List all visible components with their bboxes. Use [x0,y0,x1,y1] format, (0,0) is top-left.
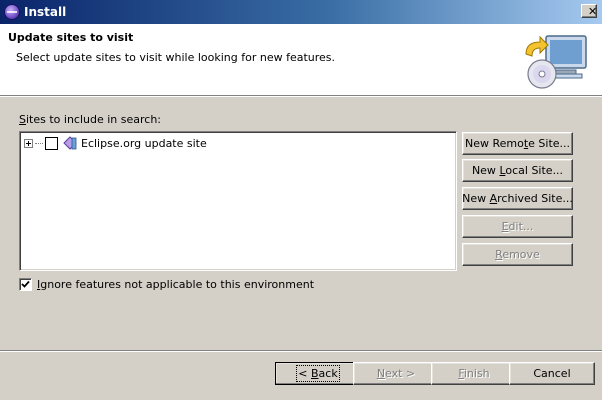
cancel-button[interactable]: Cancel [509,362,595,385]
close-icon: ✕ [588,5,598,18]
btn-pre: New [462,192,490,205]
window-title: Install [24,5,67,19]
page-description: Select update sites to visit while looki… [16,51,336,64]
sites-label-post: ites to include in search: [25,113,162,126]
close-button[interactable]: ✕ [581,4,597,18]
new-local-site-button[interactable]: New Local Site... [462,159,573,182]
lbl-post: gnore features not applicable to this en… [40,278,315,291]
btn-pre: Cancel [533,367,571,380]
back-button[interactable]: < Back [275,362,361,385]
plus-expander-icon[interactable] [24,138,33,148]
btn-pre: New Remo [464,137,524,150]
footer-separator [0,350,602,352]
next-button[interactable]: Next > [353,362,439,385]
btn-accel: B [311,367,319,380]
ignore-features-checkbox[interactable] [19,278,32,291]
new-archived-site-button[interactable]: New Archived Site... [462,187,573,210]
page-title: Update sites to visit [8,31,134,44]
tree-connector [35,142,43,144]
ignore-features-option[interactable]: Ignore features not applicable to this e… [19,278,314,291]
ignore-features-label: Ignore features not applicable to this e… [37,278,314,291]
update-site-icon [63,136,77,150]
btn-post: ext > [385,367,416,380]
wizard-banner: Update sites to visit Select update site… [0,24,602,97]
btn-post: ack [318,367,338,380]
btn-post: e Site... [528,137,571,150]
sites-label-accel: S [19,113,26,126]
site-checkbox[interactable] [45,136,58,150]
btn-pre: < [298,367,311,380]
btn-post: emove [502,248,540,261]
install-window: Install ✕ Update sites to visit Select u… [0,0,602,400]
btn-accel: E [501,220,509,233]
btn-post: dit... [508,220,534,233]
btn-pre: New [471,164,500,177]
sites-label: Sites to include in search: [19,113,161,126]
btn-post: inish [463,367,490,380]
finish-button[interactable]: Finish [431,362,517,385]
btn-accel: N [376,367,386,380]
checkmark-icon [21,280,30,288]
btn-post: ocal Site... [505,164,564,177]
title-bar[interactable]: Install ✕ [0,0,602,24]
install-wizard-icon [525,35,587,89]
tree-item[interactable]: Eclipse.org update site [24,135,207,151]
btn-post: rchived Site... [497,192,573,205]
sites-tree[interactable]: Eclipse.org update site [19,131,457,271]
eclipse-icon [4,4,20,20]
new-remote-site-button[interactable]: New Remote Site... [462,132,573,155]
edit-button[interactable]: Edit... [462,215,573,238]
tree-item-label: Eclipse.org update site [81,136,207,150]
remove-button[interactable]: Remove [462,243,573,266]
